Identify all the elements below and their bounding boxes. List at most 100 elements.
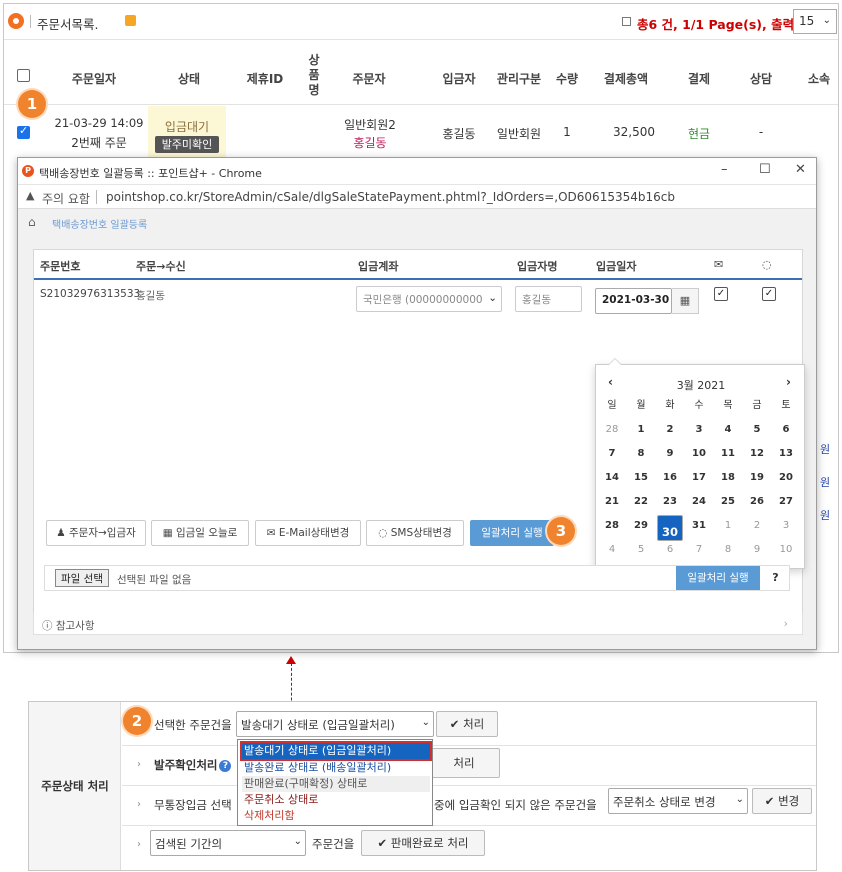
divider [96,190,97,204]
calendar-day[interactable]: 19 [744,467,770,489]
url-text[interactable]: pointshop.co.kr/StoreAdmin/cSale/dlgSale… [106,190,675,204]
depositor-input[interactable]: 홍길동 [515,286,582,312]
period-select-value: 검색된 기간의 [155,837,223,851]
user-icon: ♟ [56,527,66,539]
col-product: 상품명 [308,53,320,97]
calendar-day[interactable]: 20 [773,467,799,489]
col-status: 상태 [177,72,201,86]
th-order-no: 주문번호 [40,260,81,273]
dropdown-option[interactable]: 발송대기 상태로 (입금일괄처리) [240,741,432,761]
calendar-day[interactable]: 1 [628,419,654,441]
dropdown-option[interactable]: 발송완료 상태로 (배송일괄처리) [242,760,430,776]
calendar-day[interactable]: 8 [628,443,654,465]
table-row[interactable]: 21-03-29 14:09 2번째 주문 입금대기 발주미확인 일반회원2 홍… [4,106,838,158]
order-date: 21-03-29 14:09 [54,116,144,130]
status-select-value: 발송대기 상태로 (입금일괄처리) [241,718,395,732]
calendar-day[interactable]: 16 [657,467,683,489]
sale-complete-button[interactable]: ✔ 판매완료로 처리 [361,830,485,856]
row-checkbox[interactable] [17,124,30,139]
cancel-status-select[interactable]: 주문취소 상태로 변경 ⌄ [608,788,748,814]
check-icon: ✔ [764,794,775,808]
warning-icon[interactable]: ▲ [26,189,34,202]
home-icon[interactable]: ⌂ [28,215,36,229]
page-size-select[interactable]: 15 ⌄ [793,9,837,34]
calendar-icon[interactable]: ▦ [672,288,699,314]
calendar-day[interactable]: 28 [599,419,625,441]
dropdown-option[interactable]: 판매완료(구매확정) 상태로 [242,776,430,792]
period-select[interactable]: 검색된 기간의 ⌄ [150,830,306,856]
url-bar[interactable]: ▲ 주의 요함 pointshop.co.kr/StoreAdmin/cSale… [18,185,816,209]
peek-text: 원 [820,443,831,456]
calendar-day[interactable]: 22 [628,491,654,513]
calendar-day[interactable]: 17 [686,467,712,489]
deposit-date-input[interactable]: 2021-03-30 [595,288,672,314]
status-cell: 입금대기 발주미확인 [148,106,226,158]
file-select-button[interactable]: 파일 선택 [55,569,109,587]
calendar-day[interactable]: 4 [715,419,741,441]
help-icon[interactable]: ? [219,759,232,772]
batch-run-button[interactable]: 일괄처리 실행 [470,520,554,546]
calendar-day[interactable]: 3 [686,419,712,441]
info-icon: ⓘ [42,620,53,632]
calendar-day[interactable]: 14 [599,467,625,489]
col-affiliation: 소속 [807,72,831,86]
col-partner-id: 제휴ID [246,72,284,86]
batch-run-file-button[interactable]: 일괄처리 실행 [676,566,760,590]
chevron-right-icon: › [137,839,141,850]
email-status-button[interactable]: ✉ E-Mail상태변경 [255,520,361,546]
sms-checkbox[interactable]: ✓ [762,287,776,301]
status-select[interactable]: 발송대기 상태로 (입금일괄처리) ⌄ [236,711,434,737]
email-checkbox[interactable]: ✓ [714,287,728,301]
mail-icon: ✉ [266,527,276,539]
maximize-icon[interactable]: ☐ [759,162,771,177]
dropdown-option[interactable]: 주문취소 상태로 [242,792,430,808]
calendar-day[interactable]: 13 [773,443,799,465]
calendar-day[interactable]: 15 [628,467,654,489]
change-button[interactable]: ✔ 변경 [752,788,812,814]
calendar-day[interactable]: 24 [686,491,712,513]
chevron-right-icon: › [137,759,141,770]
calendar-day[interactable]: 27 [773,491,799,513]
excel-icon[interactable] [622,17,631,26]
next-month-icon[interactable]: › [786,375,791,389]
calendar-day[interactable]: 25 [715,491,741,513]
select-all-checkbox[interactable] [17,69,30,82]
total-amount: 32,500 [613,125,655,139]
step-badge-2: 2 [123,707,151,735]
calendar-day[interactable]: 11 [715,443,741,465]
calendar-day[interactable]: 21 [599,491,625,513]
calendar-day[interactable]: 23 [657,491,683,513]
th-depositor: 입금자명 [517,260,558,273]
chevron-down-icon: ⌄ [293,836,302,847]
recipient-name: 홍길동 [136,290,165,302]
help-button[interactable]: ? [762,566,789,590]
security-warning[interactable]: 주의 요함 [42,190,90,207]
calendar-day[interactable]: 7 [599,443,625,465]
col-depositor: 입금자 [442,72,476,86]
file-upload-row: 파일 선택 선택된 파일 없음 일괄처리 실행 ? [44,565,790,591]
notes-row[interactable]: ⓘ 참고사항 › [33,613,803,635]
order-confirm-button[interactable]: 처리 [428,748,500,778]
deposit-today-button[interactable]: ▦ 입금일 오늘로 [151,520,249,546]
sms-status-button[interactable]: ◌ SMS상태변경 [366,520,464,546]
button-label: 처리 [463,717,485,731]
calendar-day[interactable]: 9 [657,443,683,465]
calendar-day[interactable]: 6 [773,419,799,441]
window-title: 택배송장번호 일괄등록 :: 포인트샵+ - Chrome [39,167,262,180]
calendar-day[interactable]: 26 [744,491,770,513]
help-icon[interactable] [125,15,136,26]
calendar-day[interactable]: 12 [744,443,770,465]
bank-account-select[interactable]: 국민은행 (00000000000 ⌄ [356,286,502,312]
process-button[interactable]: ✔ 처리 [436,711,498,737]
calendar-day[interactable]: 2 [657,419,683,441]
order-confirm-row: › 발주확인처리? 처리 [122,746,816,786]
minimize-icon[interactable]: – [721,162,728,177]
calendar-day[interactable]: 18 [715,467,741,489]
calendar-day[interactable]: 5 [744,419,770,441]
orderer-name[interactable]: 홍길동 [334,134,406,151]
dropdown-option[interactable]: 삭제처리함 [242,808,430,824]
orderer-to-depositor-button[interactable]: ♟ 주문자→입금자 [46,520,146,546]
calendar-day[interactable]: 10 [686,443,712,465]
close-icon[interactable]: ✕ [795,162,806,177]
th-account: 입금계좌 [358,260,399,273]
